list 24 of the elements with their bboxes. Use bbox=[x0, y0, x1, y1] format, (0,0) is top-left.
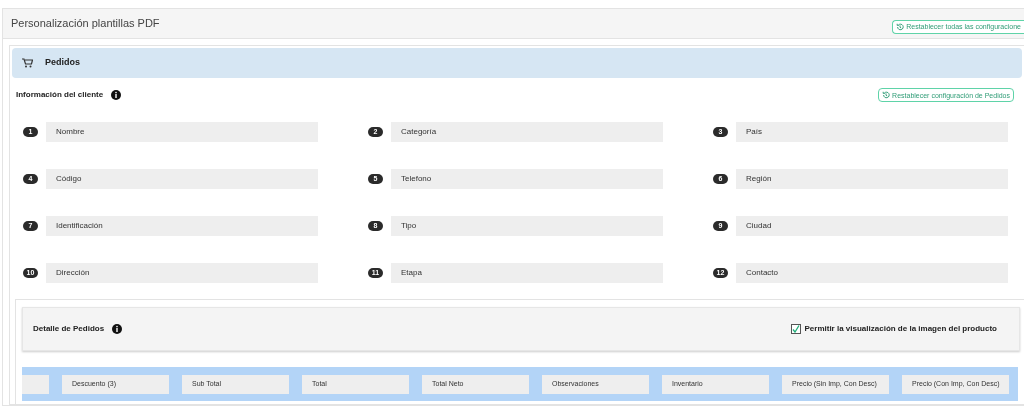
info-icon bbox=[111, 90, 122, 100]
field-chip[interactable]: País bbox=[736, 122, 1008, 142]
history-icon bbox=[896, 22, 905, 31]
checkbox[interactable] bbox=[790, 324, 801, 334]
field-chip[interactable]: Categoría bbox=[391, 122, 663, 142]
field-chip[interactable]: Nombre bbox=[46, 122, 318, 142]
page-title: Personalización plantillas PDF bbox=[11, 16, 160, 32]
field-chip[interactable]: Tipo bbox=[391, 216, 663, 236]
checkbox-label: Permitir la visualización de la imagen del producto bbox=[804, 323, 997, 335]
field-chip[interactable]: Dirección bbox=[46, 263, 318, 283]
detail-title: Detalle de Pedidos bbox=[33, 323, 105, 335]
section-title: Pedidos bbox=[45, 56, 80, 70]
field-chip[interactable]: Ciudad bbox=[736, 216, 1008, 236]
field-chip[interactable]: Código bbox=[46, 169, 318, 189]
section-subtitle: Información del cliente bbox=[16, 89, 104, 101]
checkmark-icon bbox=[791, 325, 800, 333]
field-chip[interactable]: Telefono bbox=[391, 169, 663, 189]
info-icon bbox=[112, 324, 123, 334]
field-chip[interactable]: Región bbox=[736, 169, 1008, 189]
history-icon bbox=[882, 91, 891, 99]
cart-icon bbox=[22, 58, 33, 68]
field-chip[interactable]: Contacto bbox=[736, 263, 1008, 283]
field-chip[interactable]: Identificación bbox=[46, 216, 318, 236]
field-chip[interactable]: Etapa bbox=[391, 263, 663, 283]
